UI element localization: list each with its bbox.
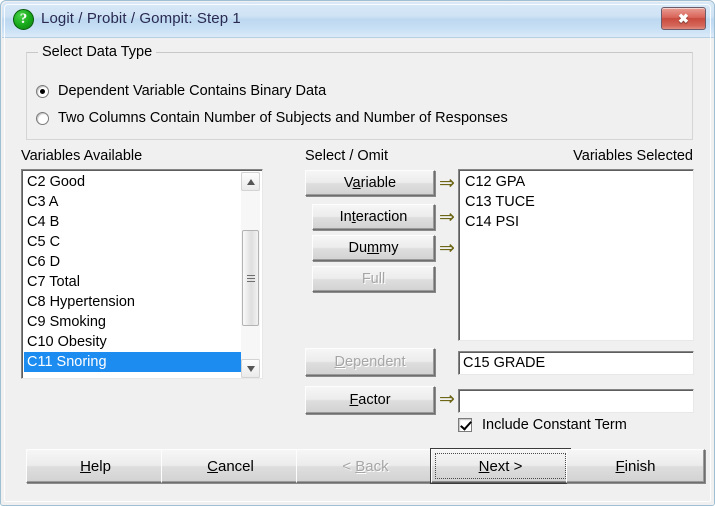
list-item[interactable]: C12 GPA (462, 172, 535, 192)
question-mark-icon: ? (13, 9, 34, 30)
interaction-button[interactable]: Interaction (312, 204, 435, 230)
dummy-button-label: Dummy (348, 240, 399, 256)
list-item[interactable]: C2 Good (24, 172, 243, 192)
arrow-right-icon: ⇒ (439, 206, 455, 228)
radio-dependent-binary-label: Dependent Variable Contains Binary Data (58, 83, 327, 99)
list-item[interactable]: C14 PSI (462, 212, 535, 232)
full-button: Full (312, 266, 435, 292)
cancel-button-label: Cancel (207, 457, 254, 475)
arrow-right-icon: ⇒ (439, 172, 455, 194)
radio-two-columns-mark[interactable] (36, 111, 49, 125)
scrollbar-thumb[interactable] (242, 230, 259, 326)
next-button[interactable]: Next > (431, 449, 570, 483)
variable-button-label: Variable (343, 175, 397, 191)
radio-two-columns-label: Two Columns Contain Number of Subjects a… (58, 110, 508, 126)
cancel-button[interactable]: Cancel (161, 449, 300, 483)
arrow-right-icon: ⇒ (439, 388, 455, 410)
dependent-button: Dependent (305, 348, 435, 376)
factor-button[interactable]: Factor (305, 386, 435, 414)
factor-button-label: Factor (349, 392, 391, 408)
checkmark-icon[interactable] (458, 418, 472, 432)
variables-selected-listbox[interactable]: C12 GPA C13 TUCE C14 PSI (458, 169, 694, 341)
radio-dependent-binary-mark[interactable] (36, 84, 49, 98)
finish-button-label: Finish (615, 457, 656, 475)
list-item[interactable]: C5 C (24, 232, 243, 252)
dependent-variable-field[interactable]: C15 GRADE (458, 351, 694, 375)
scroll-up-arrow-icon[interactable] (241, 172, 260, 191)
list-item-selected[interactable]: C11 Snoring (24, 352, 243, 372)
interaction-button-label: Interaction (339, 209, 408, 225)
select-omit-heading: Select / Omit (305, 148, 388, 164)
variables-available-heading: Variables Available (21, 148, 143, 164)
list-item[interactable]: C4 B (24, 212, 243, 232)
variables-available-items: C2 Good C3 A C4 B C5 C C6 D C7 Total C8 … (24, 172, 243, 372)
list-item[interactable]: C3 A (24, 192, 243, 212)
scrollbar-grip-icon (247, 275, 255, 276)
close-button[interactable]: ✖ (661, 7, 706, 30)
radio-dependent-binary[interactable]: Dependent Variable Contains Binary Data (36, 81, 326, 101)
radio-two-columns[interactable]: Two Columns Contain Number of Subjects a… (36, 108, 508, 128)
list-item[interactable]: C7 Total (24, 272, 243, 292)
dialog-window: ? Logit / Probit / Gompit: Step 1 ✖ Sele… (0, 0, 715, 506)
variable-button[interactable]: Variable (305, 170, 435, 196)
factor-variable-field[interactable] (458, 389, 694, 413)
select-data-type-legend: Select Data Type (38, 44, 157, 60)
window-title: Logit / Probit / Gompit: Step 1 (41, 10, 241, 27)
back-button: < Back (296, 449, 435, 483)
list-item[interactable]: C6 D (24, 252, 243, 272)
variables-available-listbox[interactable]: C2 Good C3 A C4 B C5 C C6 D C7 Total C8 … (21, 169, 263, 379)
dependent-variable-value: C15 GRADE (463, 355, 546, 371)
vertical-scrollbar[interactable] (241, 172, 260, 378)
dependent-button-label: Dependent (334, 354, 406, 370)
dialog-client-area: Select Data Type Dependent Variable Cont… (2, 38, 714, 505)
variables-selected-items: C12 GPA C13 TUCE C14 PSI (462, 172, 535, 232)
full-button-label: Full (361, 271, 386, 287)
finish-button[interactable]: Finish (566, 449, 705, 483)
include-constant-term-label: Include Constant Term (482, 417, 627, 433)
include-constant-term-checkbox[interactable]: Include Constant Term (458, 415, 627, 435)
scrollbar-track[interactable] (241, 191, 260, 359)
arrow-right-icon: ⇒ (439, 237, 455, 259)
title-bar: ? Logit / Probit / Gompit: Step 1 ✖ (2, 2, 714, 38)
list-item[interactable]: C9 Smoking (24, 312, 243, 332)
variables-selected-heading: Variables Selected (573, 148, 693, 164)
list-item[interactable]: C13 TUCE (462, 192, 535, 212)
list-item[interactable]: C10 Obesity (24, 332, 243, 352)
list-item[interactable]: C8 Hypertension (24, 292, 243, 312)
scroll-down-arrow-icon[interactable] (241, 359, 260, 378)
back-button-label: < Back (342, 457, 389, 475)
help-button[interactable]: Help (26, 449, 165, 483)
help-button-label: Help (80, 457, 111, 475)
dummy-button[interactable]: Dummy (312, 235, 435, 261)
next-button-label: Next > (478, 457, 523, 475)
